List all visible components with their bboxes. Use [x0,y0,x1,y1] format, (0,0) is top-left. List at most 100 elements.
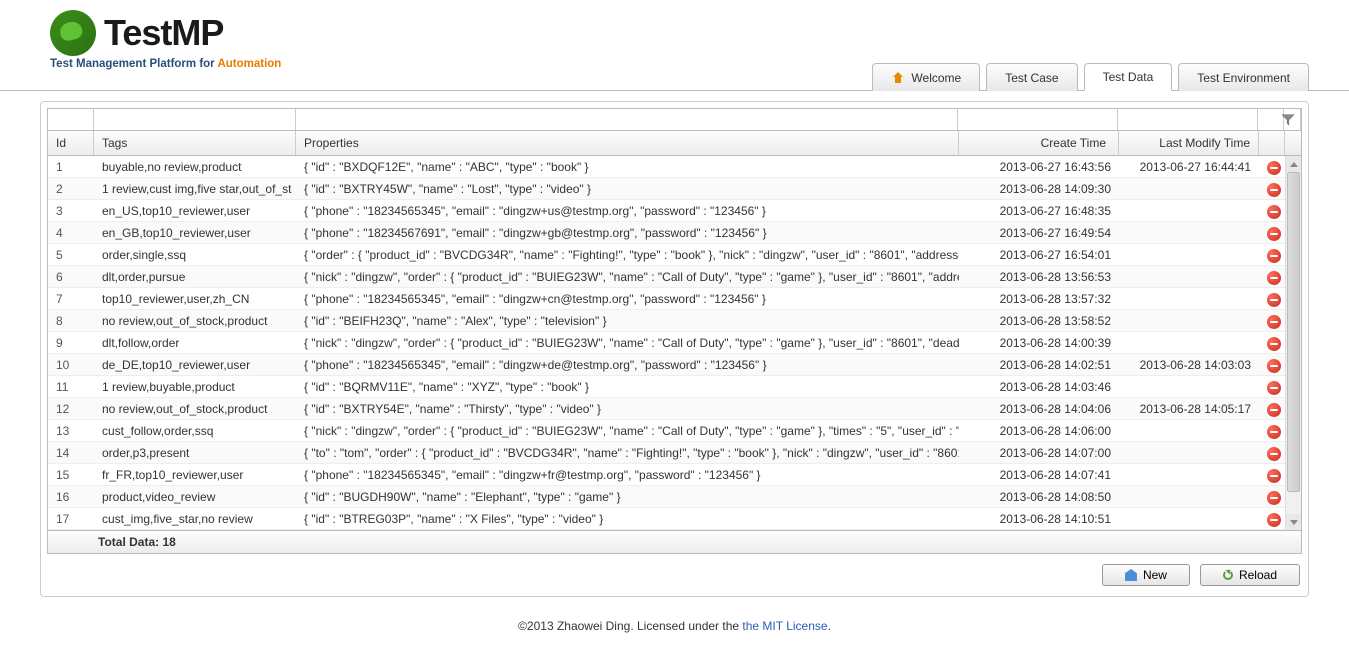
table-row[interactable]: 9dlt,follow,order{ "nick" : "dingzw", "o… [48,332,1301,354]
cell-create-time: 2013-06-27 16:54:01 [959,248,1119,262]
grid-body: 1buyable,no review,product{ "id" : "BXDQ… [48,156,1301,530]
cell-delete [1259,224,1285,241]
home-icon [891,72,905,84]
cell-tags: cust_follow,order,ssq [94,424,296,438]
cell-tags: top10_reviewer,user,zh_CN [94,292,296,306]
filter-cell-id[interactable] [48,109,94,130]
cell-tags: 1 review,cust img,five star,out_of_st [94,182,296,196]
cell-create-time: 2013-06-28 14:06:00 [959,424,1119,438]
delete-icon[interactable] [1267,249,1281,263]
delete-icon[interactable] [1267,293,1281,307]
header-tags[interactable]: Tags [94,131,296,155]
cell-properties: { "phone" : "18234565345", "email" : "di… [296,468,959,482]
tab-test-data[interactable]: Test Data [1084,63,1173,91]
tab-test-case[interactable]: Test Case [986,63,1077,91]
cell-delete [1259,422,1285,439]
cell-properties: { "id" : "BQRMV11E", "name" : "XYZ", "ty… [296,380,959,394]
cell-create-time: 2013-06-28 14:04:06 [959,402,1119,416]
table-row[interactable]: 14order,p3,present{ "to" : "tom", "order… [48,442,1301,464]
cell-tags: buyable,no review,product [94,160,296,174]
grid-header: Id Tags Properties Create Time Last Modi… [48,131,1301,156]
table-row[interactable]: 8no review,out_of_stock,product{ "id" : … [48,310,1301,332]
table-row[interactable]: 4en_GB,top10_reviewer,user{ "phone" : "1… [48,222,1301,244]
cell-create-time: 2013-06-28 14:09:30 [959,182,1119,196]
delete-icon[interactable] [1267,337,1281,351]
page-footer: ©2013 Zhaowei Ding. Licensed under the t… [0,607,1349,645]
cell-create-time: 2013-06-28 14:07:41 [959,468,1119,482]
cell-delete [1259,466,1285,483]
delete-icon[interactable] [1267,161,1281,175]
tab-label: Test Case [1005,71,1058,85]
delete-icon[interactable] [1267,425,1281,439]
table-row[interactable]: 3en_US,top10_reviewer,user{ "phone" : "1… [48,200,1301,222]
delete-icon[interactable] [1267,447,1281,461]
delete-icon[interactable] [1267,271,1281,285]
filter-cell-props[interactable] [296,109,958,130]
cell-properties: { "id" : "BXTRY54E", "name" : "Thirsty",… [296,402,959,416]
delete-icon[interactable] [1267,403,1281,417]
table-row[interactable]: 10de_DE,top10_reviewer,user{ "phone" : "… [48,354,1301,376]
table-row[interactable]: 7top10_reviewer,user,zh_CN{ "phone" : "1… [48,288,1301,310]
table-row[interactable]: 6dlt,order,pursue{ "nick" : "dingzw", "o… [48,266,1301,288]
cell-create-time: 2013-06-28 13:56:53 [959,270,1119,284]
cell-create-time: 2013-06-27 16:43:56 [959,160,1119,174]
logo-text: TestMP [104,12,223,54]
table-row[interactable]: 1buyable,no review,product{ "id" : "BXDQ… [48,156,1301,178]
delete-icon[interactable] [1267,183,1281,197]
cell-delete [1259,356,1285,373]
new-button[interactable]: New [1102,564,1190,586]
table-row[interactable]: 12no review,out_of_stock,product{ "id" :… [48,398,1301,420]
delete-icon[interactable] [1267,359,1281,373]
cell-properties: { "phone" : "18234565345", "email" : "di… [296,204,959,218]
table-row[interactable]: 5order,single,ssq{ "order" : { "product_… [48,244,1301,266]
delete-icon[interactable] [1267,227,1281,241]
tab-label: Test Environment [1197,71,1290,85]
delete-icon[interactable] [1267,469,1281,483]
header-id[interactable]: Id [48,131,94,155]
table-row[interactable]: 15fr_FR,top10_reviewer,user{ "phone" : "… [48,464,1301,486]
cell-properties: { "id" : "BXDQF12E", "name" : "ABC", "ty… [296,160,959,174]
cell-properties: { "to" : "tom", "order" : { "product_id"… [296,446,959,460]
delete-icon[interactable] [1267,315,1281,329]
license-link[interactable]: the MIT License [742,619,827,633]
delete-icon[interactable] [1267,513,1281,527]
scrollbar-thumb[interactable] [1287,172,1300,492]
cell-properties: { "id" : "BXTRY45W", "name" : "Lost", "t… [296,182,959,196]
filter-cell-tags[interactable] [94,109,296,130]
header-properties[interactable]: Properties [296,131,959,155]
cell-create-time: 2013-06-27 16:49:54 [959,226,1119,240]
main-panel: Id Tags Properties Create Time Last Modi… [40,101,1309,597]
table-row[interactable]: 16product,video_review{ "id" : "BUGDH90W… [48,486,1301,508]
filter-icon[interactable] [1281,113,1295,127]
cell-modify-time: 2013-06-28 14:05:17 [1119,402,1259,416]
button-label: Reload [1239,568,1277,582]
reload-button[interactable]: Reload [1200,564,1300,586]
cell-id: 10 [48,358,94,372]
table-row[interactable]: 13cust_follow,order,ssq{ "nick" : "dingz… [48,420,1301,442]
cell-tags: order,p3,present [94,446,296,460]
cell-tags: en_GB,top10_reviewer,user [94,226,296,240]
cell-delete [1259,510,1285,527]
table-row[interactable]: 21 review,cust img,five star,out_of_st{ … [48,178,1301,200]
table-row[interactable]: 111 review,buyable,product{ "id" : "BQRM… [48,376,1301,398]
scrollbar-up[interactable] [1286,156,1301,172]
filter-cell-create[interactable] [958,109,1118,130]
scrollbar-down[interactable] [1286,514,1301,530]
table-row[interactable]: 17cust_img,five_star,no review{ "id" : "… [48,508,1301,530]
delete-icon[interactable] [1267,491,1281,505]
cell-id: 16 [48,490,94,504]
cell-id: 6 [48,270,94,284]
cell-properties: { "phone" : "18234565345", "email" : "di… [296,292,959,306]
cell-create-time: 2013-06-28 14:00:39 [959,336,1119,350]
delete-icon[interactable] [1267,205,1281,219]
cell-tags: no review,out_of_stock,product [94,402,296,416]
delete-icon[interactable] [1267,381,1281,395]
header-create-time[interactable]: Create Time [959,131,1119,155]
tab-welcome[interactable]: Welcome [872,63,980,91]
tab-test-environment[interactable]: Test Environment [1178,63,1309,91]
cell-id: 12 [48,402,94,416]
cell-create-time: 2013-06-28 13:57:32 [959,292,1119,306]
filter-cell-modify[interactable] [1118,109,1258,130]
scrollbar[interactable] [1285,156,1301,530]
header-modify-time[interactable]: Last Modify Time [1119,131,1259,155]
